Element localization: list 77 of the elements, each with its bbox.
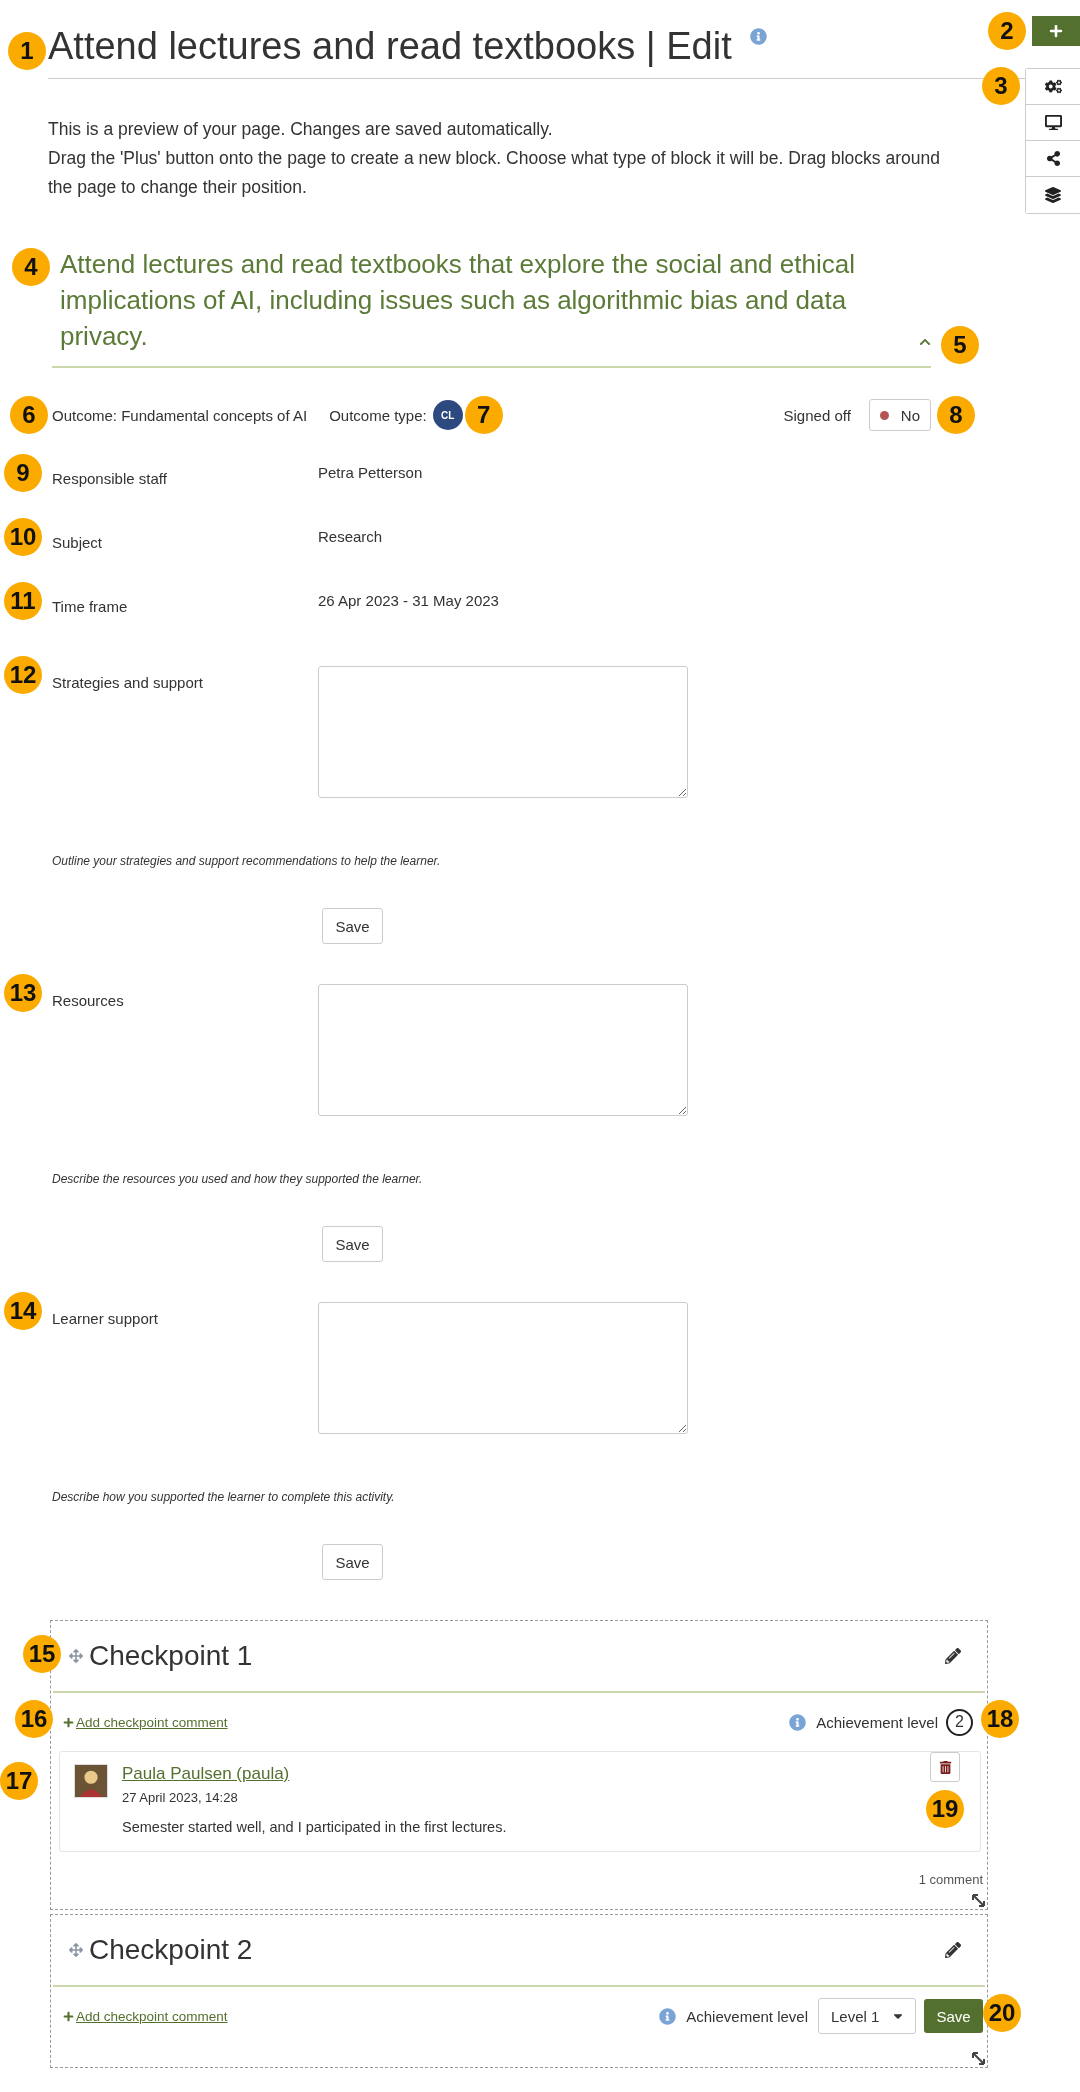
comment-text: Semester started well, and I participated in the first lectures. xyxy=(122,1819,507,1835)
callout-badge: 9 xyxy=(4,454,42,492)
info-icon[interactable] xyxy=(789,1713,807,1731)
settings-button[interactable] xyxy=(1026,69,1080,105)
callout-badge: 20 xyxy=(983,1994,1021,2032)
outcome-type-badge: CL xyxy=(432,400,463,430)
move-icon[interactable] xyxy=(69,1943,83,1957)
callout-badge: 10 xyxy=(4,518,42,556)
page-title: Attend lectures and read textbooks | Edit xyxy=(48,24,732,69)
field-label: Subject xyxy=(52,534,104,551)
field-value: 26 Apr 2023 - 31 May 2023 xyxy=(318,592,500,609)
plus-icon xyxy=(63,1716,74,1728)
trash-icon xyxy=(938,1760,952,1774)
user-avatar xyxy=(74,1764,108,1798)
monitor-icon xyxy=(1044,114,1062,131)
field-label: Strategies and support xyxy=(52,674,204,691)
save-button[interactable]: Save xyxy=(924,1999,983,2033)
share-icon xyxy=(1045,151,1061,166)
author-link[interactable]: Paula Paulsen (paula) xyxy=(122,1764,290,1783)
comment-date: 27 April 2023, 14:28 xyxy=(122,1790,239,1805)
achievement-label: Achievement level xyxy=(686,2007,808,2025)
field-hint: Outline your strategies and support recommendations to help the learner. xyxy=(52,854,442,868)
callout-badge: 17 xyxy=(0,1762,38,1800)
callout-badge: 2 xyxy=(988,12,1026,50)
field-label: Learner support xyxy=(52,1310,159,1327)
callout-badge: 13 xyxy=(4,974,42,1012)
save-button[interactable]: Save xyxy=(322,1544,383,1580)
plus-icon xyxy=(63,2010,74,2022)
callout-badge: 16 xyxy=(15,1700,53,1738)
callout-badge: 7 xyxy=(464,396,503,434)
field-value: Petra Petterson xyxy=(318,464,424,481)
level-select[interactable]: Level 1 xyxy=(818,1998,916,2034)
resize-icon[interactable] xyxy=(972,1894,985,1907)
add-comment-link[interactable]: Add checkpoint comment xyxy=(63,2008,228,2024)
callout-badge: 19 xyxy=(926,1790,964,1828)
edit-icon[interactable] xyxy=(945,1942,961,1958)
edit-icon[interactable] xyxy=(945,1648,961,1664)
page-description: This is a preview of your page. Changes are saved automatically. Drag the 'Plus' button onto the page to create a new block. Choose what type of block it will be. Drag blocks around the page to change their position. xyxy=(48,118,941,199)
outcome-type-label: Outcome type: xyxy=(329,406,427,424)
signed-off-label: Signed off xyxy=(783,406,851,424)
chevron-up-icon xyxy=(919,336,931,348)
callout-badge: 15 xyxy=(23,1635,61,1673)
callout-badge: 8 xyxy=(937,396,975,434)
section-heading: Attend lectures and read textbooks that explore the social and ethical implications of AI, including issues such as algorithmic bias and data privacy. xyxy=(60,248,856,353)
layers-icon xyxy=(1045,187,1061,203)
callout-badge: 12 xyxy=(4,656,42,694)
resize-icon[interactable] xyxy=(972,2052,985,2065)
checkpoint-title: Checkpoint 1 xyxy=(89,1640,254,1672)
field-label: Time frame xyxy=(52,598,129,615)
callout-badge: 1 xyxy=(8,32,46,70)
add-comment-link[interactable]: Add checkpoint comment xyxy=(63,1714,228,1730)
delete-button[interactable] xyxy=(930,1752,960,1782)
plus-icon xyxy=(1049,24,1063,38)
info-icon[interactable] xyxy=(749,28,767,45)
field-hint: Describe how you supported the learner to complete this activity. xyxy=(52,1490,396,1504)
callout-badge: 4 xyxy=(12,248,50,286)
callout-badge: 3 xyxy=(982,67,1020,105)
achievement-level: 2 xyxy=(946,1708,973,1736)
move-icon[interactable] xyxy=(69,1649,83,1663)
info-icon[interactable] xyxy=(659,2007,677,2025)
field-hint: Describe the resources you used and how they supported the learner. xyxy=(52,1172,424,1186)
save-button[interactable]: Save xyxy=(322,1226,383,1262)
field-label: Responsible staff xyxy=(52,470,168,487)
comment-count: 1 comment xyxy=(917,1872,983,1887)
callout-badge: 11 xyxy=(4,582,42,620)
field-label: Resources xyxy=(52,992,125,1009)
checkpoint-title: Checkpoint 2 xyxy=(89,1934,254,1966)
settings-icon xyxy=(1044,78,1062,95)
callout-badge: 14 xyxy=(4,1292,42,1330)
callout-badge: 18 xyxy=(981,1700,1019,1738)
save-button[interactable]: Save xyxy=(322,908,383,944)
outcome-label: Outcome: Fundamental concepts of AI xyxy=(52,406,308,424)
field-value: Research xyxy=(318,528,384,545)
signed-off-toggle[interactable]: No xyxy=(868,399,931,431)
achievement-label: Achievement level xyxy=(816,1713,938,1731)
callout-badge: 5 xyxy=(941,326,979,364)
callout-badge: 6 xyxy=(10,396,48,434)
